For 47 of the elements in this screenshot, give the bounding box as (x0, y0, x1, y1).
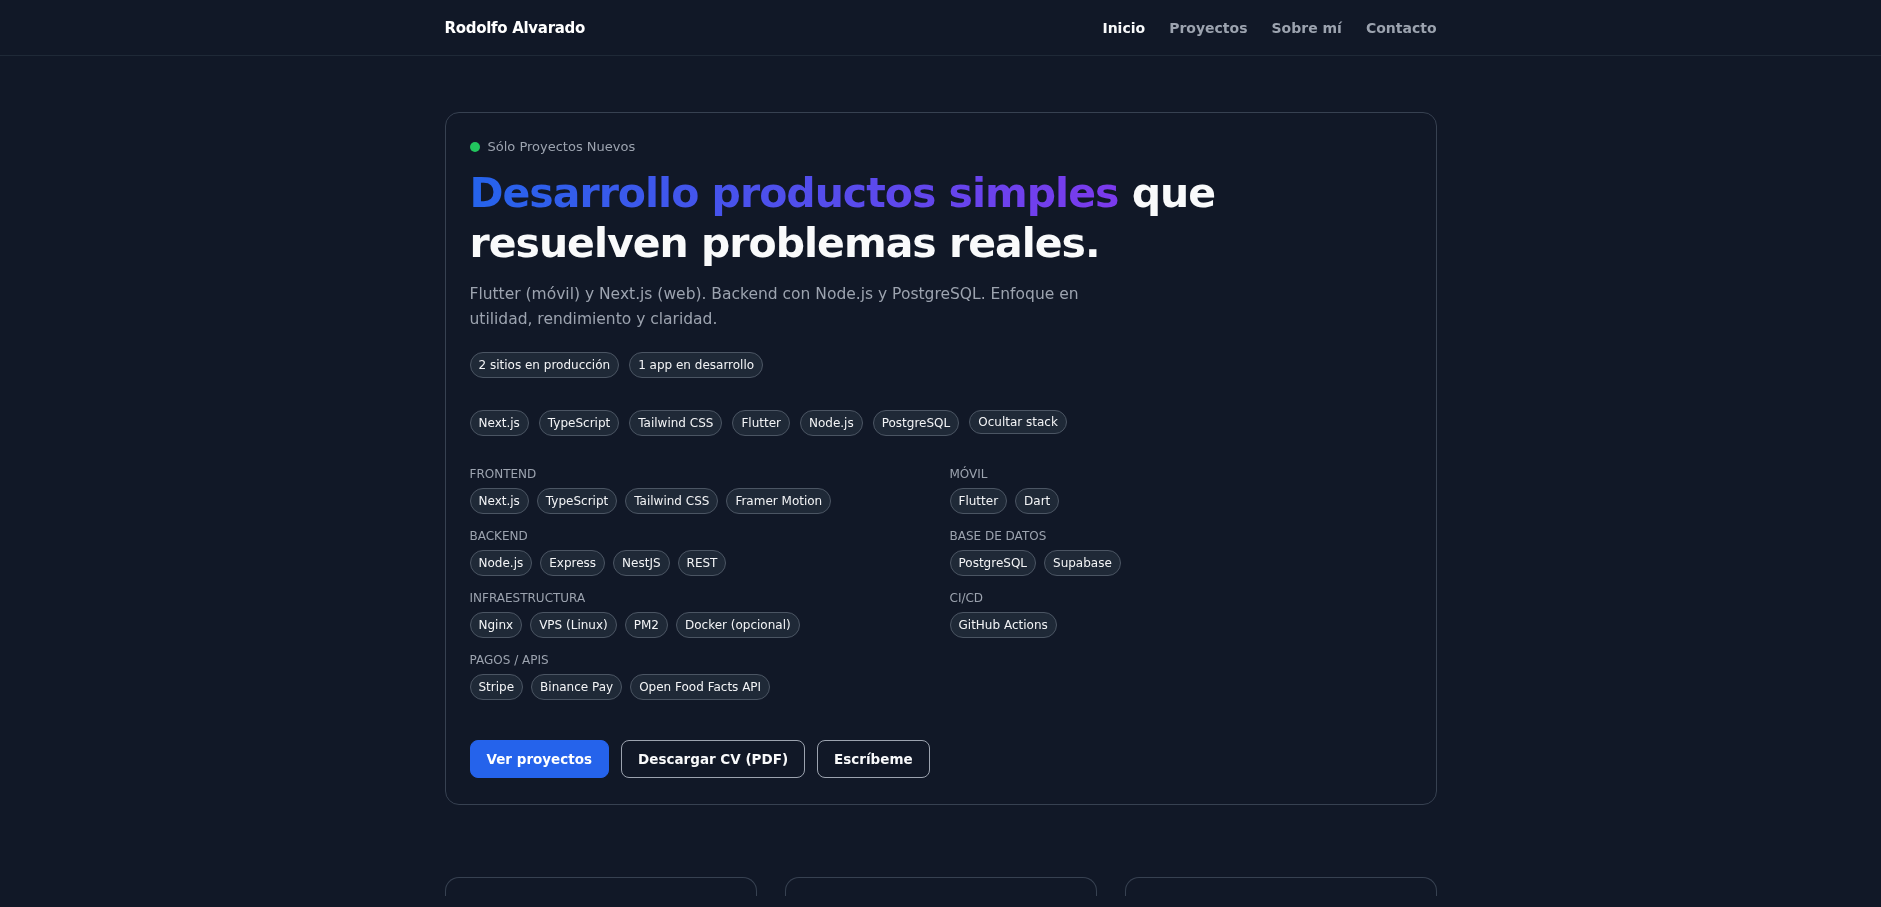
tech-tag: Docker (opcional) (675, 612, 800, 638)
tech-tag: Tailwind CSS (625, 488, 719, 514)
tech-tag: Nginx (469, 612, 523, 638)
tech-tag: PostgreSQL (949, 550, 1037, 576)
tech-tag: Stripe (469, 674, 524, 700)
category-heading: BASE DE DATOS (949, 528, 1048, 544)
tech-tag: Next.js (469, 488, 529, 514)
outline-button[interactable]: Escríbeme (817, 740, 930, 778)
category-heading: INFRAESTRUCTURA (469, 590, 587, 606)
stat-badge: 1 app en desarrollo (629, 352, 764, 378)
tech-tag: Supabase (1044, 550, 1121, 576)
category-heading: BACKEND (469, 528, 529, 544)
tech-tag: Flutter (732, 410, 790, 436)
category-heading: CI/CD (949, 590, 985, 606)
tech-tag: Binance Pay (531, 674, 623, 700)
tech-tag: Open Food Facts API (630, 674, 771, 700)
toggle-stack-button[interactable]: Ocultar stack (969, 410, 1067, 434)
tech-tag: VPS (Linux) (530, 612, 617, 638)
tech-tag: REST (677, 550, 727, 576)
site-name[interactable]: Rodolfo Alvarado (444, 18, 585, 37)
headline: Desarrollo productos simples que resuelven problemas reales. (469, 168, 1216, 268)
nav-link[interactable]: Sobre mí (1271, 19, 1342, 36)
category-heading: MÓVIL (949, 466, 989, 482)
status-text: Sólo Proyectos Nuevos (487, 139, 636, 154)
category-heading: PAGOS / APIS (469, 652, 550, 668)
tech-tag: NestJS (613, 550, 670, 576)
nav-link[interactable]: Contacto (1365, 19, 1437, 36)
tech-tag: Express (540, 550, 606, 576)
outline-button[interactable]: Descargar CV (PDF) (621, 740, 806, 778)
nav-link[interactable]: Inicio (1102, 19, 1146, 36)
tech-tag: Dart (1015, 488, 1060, 514)
tech-tag: Tailwind CSS (629, 410, 723, 436)
projects-button[interactable]: Ver proyectos (469, 740, 610, 778)
tech-tag: Flutter (949, 488, 1008, 514)
category-heading: FRONTEND (469, 466, 538, 482)
tech-tag: Framer Motion (726, 488, 832, 514)
tech-tag: TypeScript (536, 488, 618, 514)
tech-tag: Node.js (469, 550, 533, 576)
tech-tag: PostgreSQL (872, 410, 960, 436)
tech-tag: TypeScript (538, 410, 620, 436)
tech-tag: GitHub Actions (949, 612, 1057, 638)
stat-badge: 2 sitios en producción (469, 352, 620, 378)
description: Flutter (móvil) y Next.js (web). Backend con Node.js y PostgreSQL. Enfoque en utilidad, rendimiento y claridad. (469, 284, 1080, 330)
tech-tag: Next.js (469, 410, 529, 436)
tech-tag: Node.js (800, 410, 863, 436)
tech-tag: PM2 (624, 612, 668, 638)
nav-link[interactable]: Proyectos (1169, 19, 1248, 36)
